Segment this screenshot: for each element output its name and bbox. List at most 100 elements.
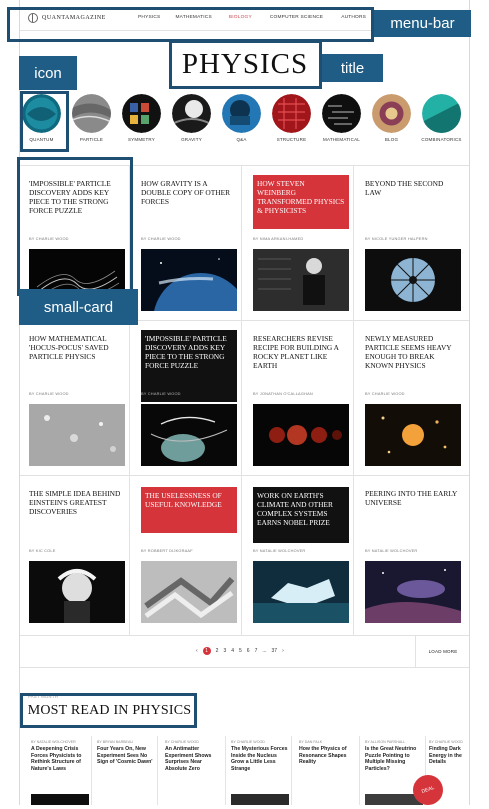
article-byline: BY JONATHAN O'CALLAGHAN (253, 391, 313, 396)
article-title: THE USELESSNESS OF USEFUL KNOWLEDGE (141, 487, 237, 533)
most-read-headline: An Antimatter Experiment Shows Surprises… (165, 746, 212, 772)
most-read-item[interactable]: BY CHARLIE WOOD An Antimatter Experiment… (160, 736, 226, 805)
load-more-button[interactable]: LOAD MORE (415, 636, 470, 667)
article-title: WORK ON EARTH'S CLIMATE AND OTHER COMPLE… (253, 487, 349, 543)
title-label: title (322, 54, 383, 82)
most-read-byline: BY CHARLIE WOOD (165, 740, 199, 744)
earth-image (141, 249, 237, 311)
most-read-byline: BY BRYAN BARBEAU (97, 740, 133, 744)
thumbnail (31, 794, 89, 805)
water-droplets-image (29, 404, 125, 466)
sparks-image (365, 404, 461, 466)
symmetry-icon (122, 94, 161, 133)
page-ellipsis: ... (262, 648, 267, 654)
portrait-image (253, 249, 349, 311)
books-image (141, 561, 237, 623)
page-3[interactable]: 3 (223, 648, 226, 654)
article-card[interactable]: HOW MATHEMATICAL 'HOCUS-POCUS' SAVED PAR… (20, 320, 130, 475)
page-6[interactable]: 6 (247, 648, 250, 654)
topic-qa[interactable]: Q&A (221, 94, 262, 142)
prev-page-button[interactable]: ‹ (196, 648, 198, 654)
thumbnail (97, 794, 155, 805)
topic-label: SYMMETRY (127, 137, 156, 142)
most-read-headline: Is the Great Neutrino Puzzle Pointing to… (365, 746, 417, 772)
article-byline: BY KIC COLE (29, 548, 56, 553)
most-read-headline: A Deepening Crisis Forces Physicists to … (31, 746, 82, 772)
most-read-headline: The Mysterious Forces Inside the Nucleus… (231, 746, 288, 772)
most-read-headline: Four Years On, New Experiment Sees No Si… (97, 746, 153, 765)
topic-symmetry[interactable]: SYMMETRY (121, 94, 162, 142)
article-card[interactable]: 'IMPOSSIBLE' PARTICLE DISCOVERY ADDS KEY… (132, 320, 242, 475)
pagination-bar: ‹ 1 2 3 4 5 6 7 ... 37 › LOAD MORE (20, 635, 469, 668)
thumbnail (299, 794, 357, 805)
article-card[interactable]: RESEARCHERS REVISE RECIPE FOR BUILDING A… (244, 320, 354, 475)
clock-window-image (365, 249, 461, 311)
red-planets-image (253, 404, 349, 466)
article-card[interactable]: HOW GRAVITY IS A DOUBLE COPY OF OTHER FO… (132, 165, 242, 320)
gravity-icon (172, 94, 211, 133)
combinatorics-icon (422, 94, 461, 133)
article-title: BEYOND THE SECOND LAW (365, 179, 444, 197)
most-read-item[interactable]: BY DAN FALK How the Physics of Resonance… (294, 736, 360, 805)
small-card-annotation (17, 157, 133, 296)
topic-structure[interactable]: STRUCTURE (271, 94, 312, 142)
most-read-list: BY NATALIE WOLCHOVER A Deepening Crisis … (20, 736, 469, 805)
galaxy-image (365, 561, 461, 623)
article-title: HOW MATHEMATICAL 'HOCUS-POCUS' SAVED PAR… (29, 334, 109, 361)
most-read-annotation (20, 693, 197, 728)
page-1[interactable]: 1 (202, 647, 211, 655)
blog-icon (372, 94, 411, 133)
thumbnail (231, 794, 289, 805)
most-read-byline: BY CHARLIE WOOD (429, 740, 463, 744)
topic-carousel: QUANTUM PARTICLE SYMMETRY GRAVITY Q&A ST… (21, 94, 469, 150)
next-page-button[interactable]: › (282, 648, 284, 654)
article-byline: BY ROBBERT DIJKGRAAF (141, 548, 193, 553)
page-4[interactable]: 4 (231, 648, 234, 654)
quanta-physics-page: QUANTAMAGAZINE PHYSICS MATHEMATICS BIOLO… (0, 0, 489, 809)
most-read-item[interactable]: BY NATALIE WOLCHOVER A Deepening Crisis … (26, 736, 92, 805)
article-byline: BY CHARLIE WOOD (29, 391, 69, 396)
topic-label: COMBINATORICS (421, 137, 462, 142)
page-5[interactable]: 5 (239, 648, 242, 654)
icon-label: icon (19, 56, 77, 90)
topic-mathematical[interactable]: MATHEMATICAL (321, 94, 362, 142)
article-card[interactable]: THE USELESSNESS OF USEFUL KNOWLEDGE BY R… (132, 475, 242, 635)
topic-label: PARTICLE (79, 137, 104, 142)
ice-image (253, 561, 349, 623)
topic-label: GRAVITY (181, 137, 202, 142)
menu-bar-annotation (7, 7, 374, 42)
topic-particle[interactable]: PARTICLE (71, 94, 112, 142)
topic-label: STRUCTURE (276, 137, 307, 142)
most-read-headline: Finding Dark Energy in the Details (429, 746, 462, 765)
page-2[interactable]: 2 (216, 648, 219, 654)
right-divider (469, 0, 470, 805)
menu-bar-label: menu-bar (374, 10, 471, 37)
qa-icon (222, 94, 261, 133)
mathematical-icon (322, 94, 361, 133)
article-title: THE SIMPLE IDEA BEHIND EINSTEIN'S GREATE… (29, 489, 121, 516)
page-7[interactable]: 7 (255, 648, 258, 654)
topic-blog[interactable]: BLOG (371, 94, 412, 142)
small-card-label: small-card (19, 289, 138, 325)
article-card[interactable]: WORK ON EARTH'S CLIMATE AND OTHER COMPLE… (244, 475, 354, 635)
article-card[interactable]: THE SIMPLE IDEA BEHIND EINSTEIN'S GREATE… (20, 475, 130, 635)
article-card[interactable]: PEERING INTO THE EARLY UNIVERSE BY NATAL… (356, 475, 466, 635)
icon-annotation (20, 91, 69, 152)
article-byline: BY CHARLIE WOOD (141, 236, 181, 241)
pagination: ‹ 1 2 3 4 5 6 7 ... 37 › (196, 647, 284, 655)
most-read-byline: BY NATALIE WOLCHOVER (31, 740, 76, 744)
most-read-item[interactable]: BY BRYAN BARBEAU Four Years On, New Expe… (92, 736, 158, 805)
topic-gravity[interactable]: GRAVITY (171, 94, 212, 142)
page-37[interactable]: 37 (272, 648, 278, 654)
title-annotation (169, 40, 322, 89)
article-title: PEERING INTO THE EARLY UNIVERSE (365, 489, 458, 507)
most-read-item[interactable]: BY CHARLIE WOOD The Mysterious Forces In… (226, 736, 292, 805)
topic-combinatorics[interactable]: COMBINATORICS (421, 94, 462, 142)
article-card[interactable]: HOW STEVEN WEINBERG TRANSFORMED PHYSICS … (244, 165, 354, 320)
article-card[interactable]: BEYOND THE SECOND LAW BY NICOLE YUNGER H… (356, 165, 466, 320)
article-card[interactable]: NEWLY MEASURED PARTICLE SEEMS HEAVY ENOU… (356, 320, 466, 475)
topic-label: Q&A (236, 137, 247, 142)
einstein-image (29, 561, 125, 623)
topic-label: BLOG (384, 137, 399, 142)
most-read-byline: BY ALLISON PARSHALL (365, 740, 406, 744)
